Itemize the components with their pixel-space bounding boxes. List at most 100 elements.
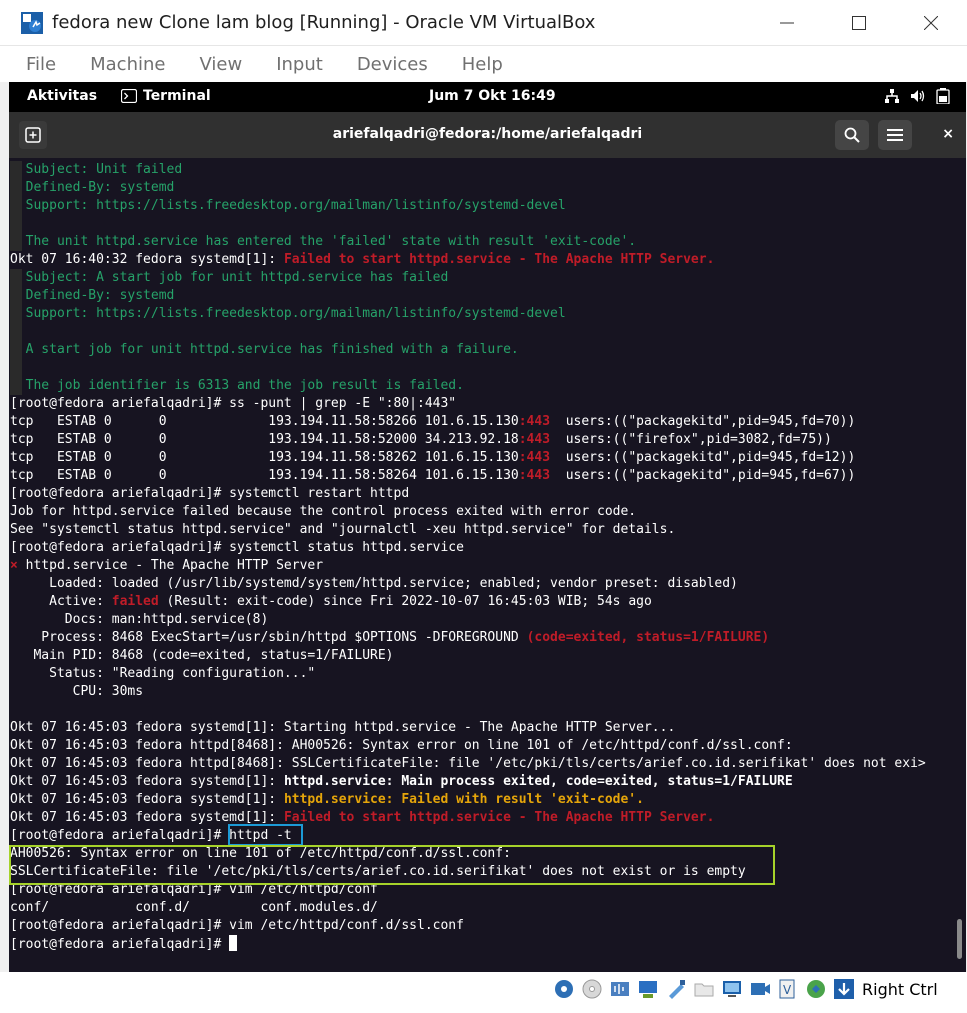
terminal-text: Support: https://lists.freedesktop.org/m… — [10, 306, 566, 321]
display-icon[interactable] — [720, 977, 744, 1001]
terminal-line: Job for httpd.service failed because the… — [10, 503, 636, 521]
menu-file[interactable]: File — [26, 54, 56, 75]
terminal-text: users:(("packagekitd",pid=945,fd=70)) — [550, 414, 856, 429]
vm-statusbar: V Right Ctrl — [0, 972, 967, 1013]
menu-view[interactable]: View — [199, 54, 242, 75]
terminal-line: Okt 07 16:45:03 fedora httpd[8468]: SSLC… — [10, 755, 926, 773]
journal-indent-bar — [10, 323, 22, 341]
terminal-line: [root@fedora ariefalqadri]# vim /etc/htt… — [10, 917, 464, 935]
audio-icon[interactable] — [608, 977, 632, 1001]
scrollbar-thumb[interactable] — [957, 919, 962, 959]
terminal-line: Okt 07 16:45:03 fedora httpd[8468]: AH00… — [10, 737, 793, 755]
host-key-label: Right Ctrl — [862, 980, 938, 999]
shared-folder-icon[interactable] — [692, 977, 716, 1001]
terminal-line: Defined-By: systemd — [10, 287, 174, 305]
svg-text:V: V — [783, 983, 792, 997]
minimize-button[interactable] — [751, 0, 823, 46]
window-title: fedora new Clone lam blog [Running] - Or… — [52, 12, 596, 33]
menu-machine[interactable]: Machine — [90, 54, 165, 75]
hard-disk-icon[interactable] — [552, 977, 576, 1001]
terminal-text: users:(("firefox",pid=3082,fd=75)) — [550, 432, 832, 447]
activities-button[interactable]: Aktivitas — [27, 88, 97, 104]
terminal-line: Okt 07 16:45:03 fedora systemd[1]: Faile… — [10, 809, 714, 827]
terminal-line: [root@fedora ariefalqadri]# ss -punt | g… — [10, 395, 456, 413]
terminal-text: Okt 07 16:45:03 fedora httpd[8468]: AH00… — [10, 738, 793, 753]
menu-button[interactable] — [878, 120, 912, 150]
terminal-text: users:(("packagekitd",pid=945,fd=67)) — [550, 468, 856, 483]
terminal-line: tcp ESTAB 0 0 193.194.11.58:58266 101.6.… — [10, 413, 855, 431]
terminal-text: Support: https://lists.freedesktop.org/m… — [10, 198, 566, 213]
usb-icon[interactable] — [664, 977, 688, 1001]
window-titlebar[interactable]: fedora new Clone lam blog [Running] - Or… — [0, 0, 967, 46]
optical-drive-icon[interactable] — [580, 977, 604, 1001]
terminal-icon — [121, 89, 137, 103]
maximize-button[interactable] — [823, 0, 895, 46]
terminal-line: The unit httpd.service has entered the '… — [10, 233, 636, 251]
terminal-text: Loaded: loaded (/usr/lib/systemd/system/… — [10, 576, 738, 591]
terminal-line: Status: "Reading configuration..." — [10, 665, 315, 683]
menu-devices[interactable]: Devices — [357, 54, 428, 75]
terminal-text: users:(("packagekitd",pid=945,fd=12)) — [550, 450, 856, 465]
terminal-text: :443 — [518, 450, 551, 465]
terminal-text: [root@fedora ariefalqadri]# systemctl re… — [10, 486, 410, 501]
vm-screen[interactable]: Aktivitas Terminal Jum 7 Okt 16:49 arief… — [9, 82, 966, 972]
highlight-command-box — [228, 824, 303, 846]
app-name: Terminal — [143, 88, 211, 104]
terminal-close-button[interactable]: × — [942, 126, 954, 142]
terminal-text: (code=exited, status=1/FAILURE) — [526, 630, 770, 645]
journal-indent-bar — [10, 197, 22, 215]
network-adapter-icon[interactable] — [636, 977, 660, 1001]
terminal-text: Okt 07 16:45:03 fedora systemd[1]: — [10, 774, 284, 789]
terminal-text: A start job for unit httpd.service has f… — [10, 342, 519, 357]
journal-indent-bar — [10, 359, 22, 377]
terminal-line: The job identifier is 6313 and the job r… — [10, 377, 464, 395]
journal-indent-bar — [10, 161, 22, 179]
terminal-text: CPU: 30ms — [10, 684, 144, 699]
menu-input[interactable]: Input — [276, 54, 323, 75]
terminal-text: Failed to start httpd.service - The Apac… — [283, 252, 715, 267]
app-menu[interactable]: Terminal — [121, 88, 211, 104]
terminal-line: Okt 07 16:45:03 fedora systemd[1]: httpd… — [10, 791, 644, 809]
terminal-text: Status: "Reading configuration..." — [10, 666, 316, 681]
terminal-text: Okt 07 16:45:03 fedora systemd[1]: Start… — [10, 720, 676, 735]
terminal-line: tcp ESTAB 0 0 193.194.11.58:52000 34.213… — [10, 431, 832, 449]
mouse-integration-icon[interactable] — [804, 977, 828, 1001]
terminal-line: [root@fedora ariefalqadri]# systemctl st… — [10, 539, 464, 557]
search-button[interactable] — [835, 120, 869, 150]
terminal-line: Support: https://lists.freedesktop.org/m… — [10, 197, 566, 215]
virtualization-icon[interactable]: V — [776, 977, 800, 1001]
terminal-text: [root@fedora ariefalqadri]# vim /etc/htt… — [10, 918, 464, 933]
journal-indent-bar — [10, 233, 22, 251]
terminal-text: httpd.service: Main process exited, code… — [283, 774, 793, 789]
terminal-text: httpd.service: Failed with result 'exit-… — [283, 792, 644, 807]
menu-help[interactable]: Help — [462, 54, 503, 75]
system-tray[interactable] — [884, 88, 950, 104]
terminal-line: Process: 8468 ExecStart=/usr/sbin/httpd … — [10, 629, 769, 647]
terminal-text: Defined-By: systemd — [10, 180, 175, 195]
clock[interactable]: Jum 7 Okt 16:49 — [429, 88, 556, 104]
keyboard-capture-icon[interactable] — [832, 977, 856, 1001]
status-icons: V — [552, 977, 856, 1001]
terminal-text: [root@fedora ariefalqadri]# ss -punt | g… — [10, 396, 457, 411]
terminal-line: [root@fedora ariefalqadri]# — [10, 935, 238, 953]
close-button[interactable] — [895, 0, 967, 46]
terminal-line: Docs: man:httpd.service(8) — [10, 611, 269, 629]
gnome-top-bar: Aktivitas Terminal Jum 7 Okt 16:49 — [9, 82, 966, 112]
terminal-line: Active: failed (Result: exit-code) since… — [10, 593, 652, 611]
terminal-text: :443 — [518, 414, 551, 429]
terminal-text: See "systemctl status httpd.service" and… — [10, 522, 676, 537]
video-capture-icon[interactable] — [748, 977, 772, 1001]
highlight-error-box — [9, 845, 775, 885]
terminal-text: Subject: A start job for unit httpd.serv… — [10, 270, 449, 285]
terminal-text: conf/ conf.d/ conf.modules.d/ — [10, 900, 378, 915]
maximize-icon — [852, 16, 866, 30]
terminal-text: tcp ESTAB 0 0 193.194.11.58:58264 101.6.… — [10, 468, 519, 483]
terminal-text: The unit httpd.service has entered the '… — [10, 234, 637, 249]
terminal-text: Main PID: 8468 (code=exited, status=1/FA… — [10, 648, 394, 663]
terminal-title: ariefalqadri@fedora:/home/ariefalqadri — [332, 126, 643, 142]
terminal-text: × — [10, 558, 18, 573]
terminal-line: See "systemctl status httpd.service" and… — [10, 521, 675, 539]
terminal-line: [root@fedora ariefalqadri]# systemctl re… — [10, 485, 409, 503]
terminal-line: A start job for unit httpd.service has f… — [10, 341, 519, 359]
terminal-scrollbar[interactable] — [954, 159, 966, 972]
